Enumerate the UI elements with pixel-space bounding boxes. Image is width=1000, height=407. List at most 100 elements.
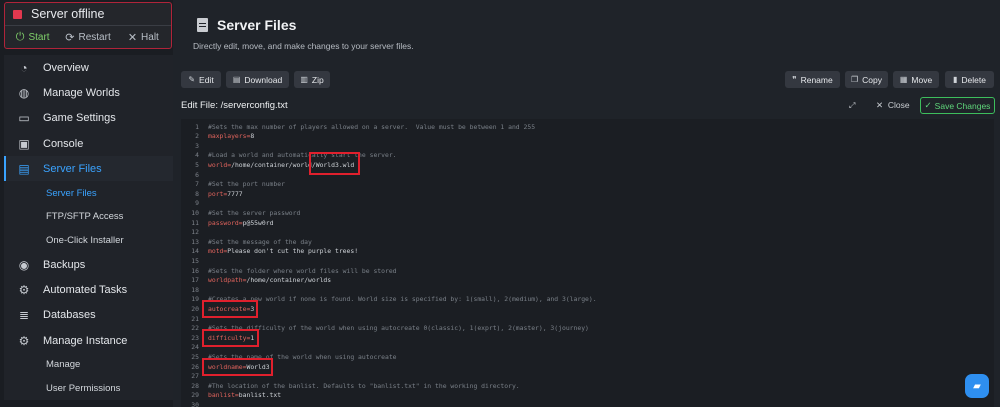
highlight-difficulty bbox=[202, 329, 259, 347]
move-button[interactable]: ▦ Move bbox=[893, 71, 939, 88]
archive-icon: ▥ bbox=[300, 75, 308, 84]
sidebar-item-game-settings[interactable]: ▭ Game Settings bbox=[4, 106, 173, 131]
edit-button[interactable]: ✎ Edit bbox=[181, 71, 221, 88]
code-line[interactable]: 2 maxplayers=8 bbox=[181, 132, 994, 142]
code-line[interactable]: 12 bbox=[181, 228, 994, 238]
code-line[interactable]: 15 bbox=[181, 257, 994, 267]
sidebar-item-automated-tasks[interactable]: ⚙ Automated Tasks bbox=[4, 277, 173, 302]
line-number: 10 bbox=[191, 208, 199, 217]
code-line[interactable]: 18 bbox=[181, 286, 994, 296]
chat-support-button[interactable]: ▰ bbox=[965, 374, 989, 398]
code-line[interactable]: 23 difficulty=1 bbox=[181, 334, 994, 344]
code-line[interactable]: 7 #Set the port number bbox=[181, 180, 994, 190]
sidebar-item-overview[interactable]: ◔ Overview bbox=[4, 55, 173, 80]
expand-icon[interactable]: ⤢ bbox=[849, 101, 855, 111]
line-text: port=7777 bbox=[208, 189, 243, 198]
line-number: 5 bbox=[195, 160, 199, 169]
line-number: 12 bbox=[191, 228, 199, 237]
rename-button[interactable]: ❞ Rename bbox=[785, 71, 840, 88]
edit-file-bar: Edit File: /serverconfig.txt ⤢ ✕ Close ✓… bbox=[181, 97, 995, 115]
start-button[interactable]: ⏻ Start bbox=[5, 26, 60, 49]
sidebar-subitem-user-permissions[interactable]: User Permissions bbox=[4, 377, 173, 401]
code-line[interactable]: 21 bbox=[181, 315, 994, 325]
line-text: password=p@55w0rd bbox=[208, 218, 274, 227]
chat-icon: ▰ bbox=[973, 380, 981, 392]
restart-button[interactable]: ⟳ Restart bbox=[60, 26, 115, 49]
code-line[interactable]: 5 world=/home/container/world/World3.wld bbox=[181, 161, 994, 171]
sidebar-item-databases[interactable]: ≣ Databases bbox=[4, 303, 173, 328]
close-button[interactable]: ✕ Close bbox=[876, 100, 910, 111]
line-text: #Set the message of the day bbox=[208, 237, 312, 246]
line-number: 29 bbox=[191, 391, 199, 400]
download-button[interactable]: ▤ Download bbox=[226, 71, 289, 88]
code-line[interactable]: 8 port=7777 bbox=[181, 190, 994, 200]
sidebar-subitem-server-files[interactable]: Server Files bbox=[4, 181, 173, 205]
highlight-autocreate bbox=[202, 300, 258, 318]
line-number: 24 bbox=[191, 343, 199, 352]
copy-button[interactable]: ❐ Copy bbox=[845, 71, 888, 88]
code-line[interactable]: 1 #Sets the max number of players allowed… bbox=[181, 123, 994, 133]
page-title: Server Files bbox=[217, 17, 297, 33]
sidebar-item-manage-worlds[interactable]: ◍ Manage Worlds bbox=[4, 80, 173, 105]
code-line[interactable]: 10 #Set the server password bbox=[181, 209, 994, 219]
line-text: motd=Please don't cut the purple trees! bbox=[208, 247, 359, 256]
code-line[interactable]: 9 bbox=[181, 199, 994, 209]
line-number: 20 bbox=[191, 304, 199, 313]
code-line[interactable]: 6 bbox=[181, 171, 994, 181]
line-number: 7 bbox=[195, 180, 199, 189]
line-number: 22 bbox=[191, 324, 199, 333]
code-line[interactable]: 20 autocreate=3 bbox=[181, 305, 994, 315]
code-line[interactable]: 30 bbox=[181, 401, 994, 407]
code-line[interactable]: 28 #The location of the banlist. Defaults… bbox=[181, 382, 994, 392]
main-content: Server Files Directly edit, move, and ma… bbox=[173, 0, 1000, 407]
line-number: 9 bbox=[195, 199, 199, 208]
code-line[interactable]: 25 #Sets the name of the world when using… bbox=[181, 353, 994, 363]
gear-icon: ⚙ bbox=[18, 333, 30, 348]
check-icon: ✓ bbox=[924, 100, 932, 110]
zip-button[interactable]: ▥ Zip bbox=[294, 71, 330, 88]
halt-button[interactable]: ✕ Halt bbox=[116, 26, 171, 49]
line-number: 25 bbox=[191, 352, 199, 361]
restart-icon: ⟳ bbox=[65, 32, 75, 44]
code-line[interactable]: 16 #Sets the folder where world files wil… bbox=[181, 267, 994, 277]
globe-icon: ◍ bbox=[18, 85, 30, 100]
halt-icon: ✕ bbox=[127, 32, 138, 44]
code-line[interactable]: 4 #Load a world and automatically start t… bbox=[181, 151, 994, 161]
line-text: worldpath=/home/container/worlds bbox=[208, 276, 332, 285]
line-text: #Sets the max number of players allowed … bbox=[208, 122, 536, 131]
copy-icon: ❐ bbox=[851, 75, 859, 84]
code-line[interactable]: 14 motd=Please don't cut the purple trees… bbox=[181, 247, 994, 257]
sidebar-subitem-ftp-access[interactable]: FTP/SFTP Access bbox=[4, 205, 173, 229]
line-text: #Sets the difficulty of the world when u… bbox=[208, 324, 589, 333]
code-line[interactable]: 22 #Sets the difficulty of the world when… bbox=[181, 324, 994, 334]
code-line[interactable]: 26 worldname=World3 bbox=[181, 363, 994, 373]
code-line[interactable]: 27 bbox=[181, 372, 994, 382]
close-icon: ✕ bbox=[876, 100, 884, 110]
line-text: #Load a world and automatically start th… bbox=[208, 151, 397, 160]
code-line[interactable]: 13 #Set the message of the day bbox=[181, 238, 994, 248]
code-line[interactable]: 17 worldpath=/home/container/worlds bbox=[181, 276, 994, 286]
sidebar-item-console[interactable]: ▣ Console bbox=[4, 131, 173, 156]
file-icon: ▤ bbox=[18, 161, 30, 176]
sidebar-subitem-one-click-installer[interactable]: One-Click Installer bbox=[4, 228, 173, 252]
code-line[interactable]: 24 bbox=[181, 343, 994, 353]
pencil-icon: ✎ bbox=[188, 75, 196, 84]
edit-file-label: Edit File: /serverconfig.txt bbox=[181, 100, 288, 111]
line-number: 30 bbox=[191, 400, 199, 407]
code-line[interactable]: 11 password=p@55w0rd bbox=[181, 219, 994, 229]
sidebar-subitem-manage[interactable]: Manage bbox=[4, 353, 173, 377]
sidebar-item-manage-instance[interactable]: ⚙ Manage Instance bbox=[4, 328, 173, 353]
sidebar-item-server-files[interactable]: ▤ Server Files bbox=[4, 156, 173, 182]
save-changes-button[interactable]: ✓ Save Changes bbox=[920, 97, 995, 114]
download-icon: ▤ bbox=[232, 75, 241, 84]
code-line[interactable]: 19 #Creates a new world if none is found.… bbox=[181, 295, 994, 305]
sidebar-item-backups[interactable]: ◉ Backups bbox=[4, 252, 173, 277]
code-line[interactable]: 29 banlist=banlist.txt bbox=[181, 391, 994, 401]
server-status-text: Server offline bbox=[31, 7, 105, 21]
delete-button[interactable]: ▮ Delete bbox=[945, 71, 994, 88]
line-number: 14 bbox=[191, 247, 199, 256]
line-number: 17 bbox=[191, 276, 199, 285]
gauge-icon: ◔ bbox=[20, 60, 28, 75]
code-editor[interactable]: 1 #Sets the max number of players allowed… bbox=[181, 119, 994, 407]
code-line[interactable]: 3 bbox=[181, 142, 994, 152]
